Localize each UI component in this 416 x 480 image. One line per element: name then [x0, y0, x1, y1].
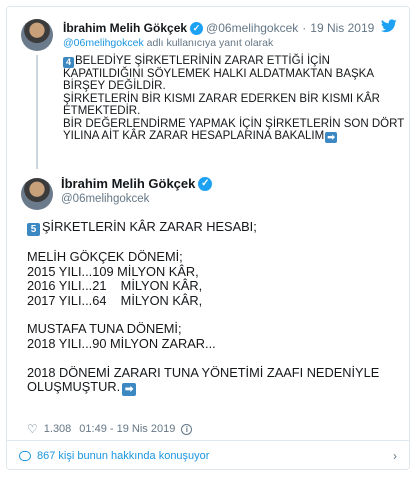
- reply-context-text: adlı kullanıcıya yanıt olarak: [143, 37, 274, 49]
- main-text-line-9: [27, 351, 399, 365]
- main-avatar[interactable]: [21, 178, 53, 210]
- parent-text-line-6: YILINA AİT KÂR ZARAR HESAPLARINA BAKALIM…: [63, 130, 399, 144]
- main-text-line-5: 2017 YILI...64 MİLYON KÂR,: [27, 292, 203, 308]
- parent-tweet-header: İbrahim Melih Gökçek ✓ @06melihgokcek · …: [63, 21, 374, 35]
- keycap-number-emoji: 5: [27, 223, 40, 236]
- like-count[interactable]: 1.308: [44, 423, 72, 435]
- main-text-line-1: [27, 236, 399, 250]
- parent-author-name[interactable]: İbrahim Melih Gökçek: [63, 21, 187, 35]
- reply-context: @06melihgokcek adlı kullanıcıya yanıt ol…: [63, 37, 273, 49]
- heart-icon[interactable]: ♡: [27, 422, 38, 436]
- main-text-line-6: [27, 308, 399, 322]
- main-text-line-2: MELİH GÖKÇEK DÖNEMİ;: [27, 249, 183, 265]
- conversation-link[interactable]: 867 kişi bunun hakkında konuşuyor ›: [7, 441, 409, 469]
- main-text-line-0: 5 ŞİRKETLERİN KÂR ZARAR HESABI;: [27, 219, 399, 236]
- chevron-right-icon: ›: [393, 449, 397, 463]
- parent-text-line-0: 4 BELEDİYE ŞİRKETLERİNİN ZARAR ETTİĞİ İÇİ…: [63, 55, 399, 68]
- parent-text-line-1: KAPATILDIĞINI SÖYLEMEK HALKI ALDATMAKTAN…: [63, 68, 375, 80]
- main-text-line-4: 2016 YILI...21 MİLYON KÂR,: [27, 278, 203, 294]
- comment-bubble-icon: [19, 451, 31, 461]
- main-text-line-11: OLUŞMUŞTUR. ➡: [27, 379, 399, 397]
- parent-text-line-3: ŞİRKETLERİN BİR KISMI ZARAR EDERKEN BİR …: [63, 92, 380, 105]
- main-author-handle[interactable]: @06melihgokcek: [61, 193, 149, 205]
- separator-dot: ·: [302, 21, 307, 35]
- parent-text-line-2: BİRŞEY DEĞİLDİR.: [63, 80, 166, 93]
- main-text-line-3: 2015 YILI...109 MİLYON KÂR,: [27, 263, 199, 279]
- parent-text-line-5: BİR DEĞERLENDİRME YAPMAK İÇİN ŞİRKETLERİ…: [63, 117, 405, 130]
- parent-avatar[interactable]: [21, 19, 53, 51]
- tweet-embed-card: İbrahim Melih Gökçek ✓ @06melihgokcek · …: [6, 6, 410, 470]
- parent-tweet-date[interactable]: 19 Nis 2019: [310, 21, 374, 35]
- main-text-line-8: 2018 YILI...90 MİLYON ZARAR...: [27, 335, 216, 351]
- tweet-meta-row: ♡ 1.308 01:49 - 19 Nis 2019 i: [27, 422, 193, 436]
- main-tweet: İbrahim Melih Gökçek ✓ @06melihgokcek 5Ş…: [7, 170, 409, 440]
- main-author-name-row: İbrahim Melih Gökçek ✓: [61, 176, 215, 191]
- info-icon[interactable]: i: [181, 423, 193, 435]
- verified-badge-icon: ✓: [190, 21, 204, 35]
- thread-connector-line: [36, 55, 38, 169]
- parent-tweet[interactable]: İbrahim Melih Gökçek ✓ @06melihgokcek · …: [7, 7, 409, 170]
- twitter-bird-icon[interactable]: [381, 19, 397, 33]
- conversation-count-text: 867 kişi bunun hakkında konuşuyor: [37, 450, 210, 462]
- tweet-timestamp[interactable]: 01:49 - 19 Nis 2019: [79, 423, 175, 435]
- main-tweet-text: 5 ŞİRKETLERİN KÂR ZARAR HESABI; MELİH GÖK…: [27, 219, 399, 397]
- keycap-number-emoji: 4: [63, 57, 74, 68]
- verified-badge-icon: ✓: [198, 176, 213, 191]
- main-text-line-7: MUSTAFA TUNA DÖNEMİ;: [27, 321, 182, 337]
- reply-mention-link[interactable]: @06melihgokcek: [63, 37, 144, 49]
- parent-text-line-4: ETMEKTEDİR.: [63, 105, 141, 118]
- main-author-name[interactable]: İbrahim Melih Gökçek: [61, 176, 195, 191]
- right-arrow-emoji: ➡: [122, 383, 137, 397]
- parent-tweet-text: 4 BELEDİYE ŞİRKETLERİNİN ZARAR ETTİĞİ İÇİ…: [63, 55, 405, 144]
- right-arrow-emoji: ➡: [325, 132, 338, 144]
- parent-author-handle[interactable]: @06melihgokcek: [206, 21, 298, 35]
- main-text-line-10: 2018 DÖNEMİ ZARARI TUNA YÖNETİMİ ZAAFI N…: [27, 364, 380, 380]
